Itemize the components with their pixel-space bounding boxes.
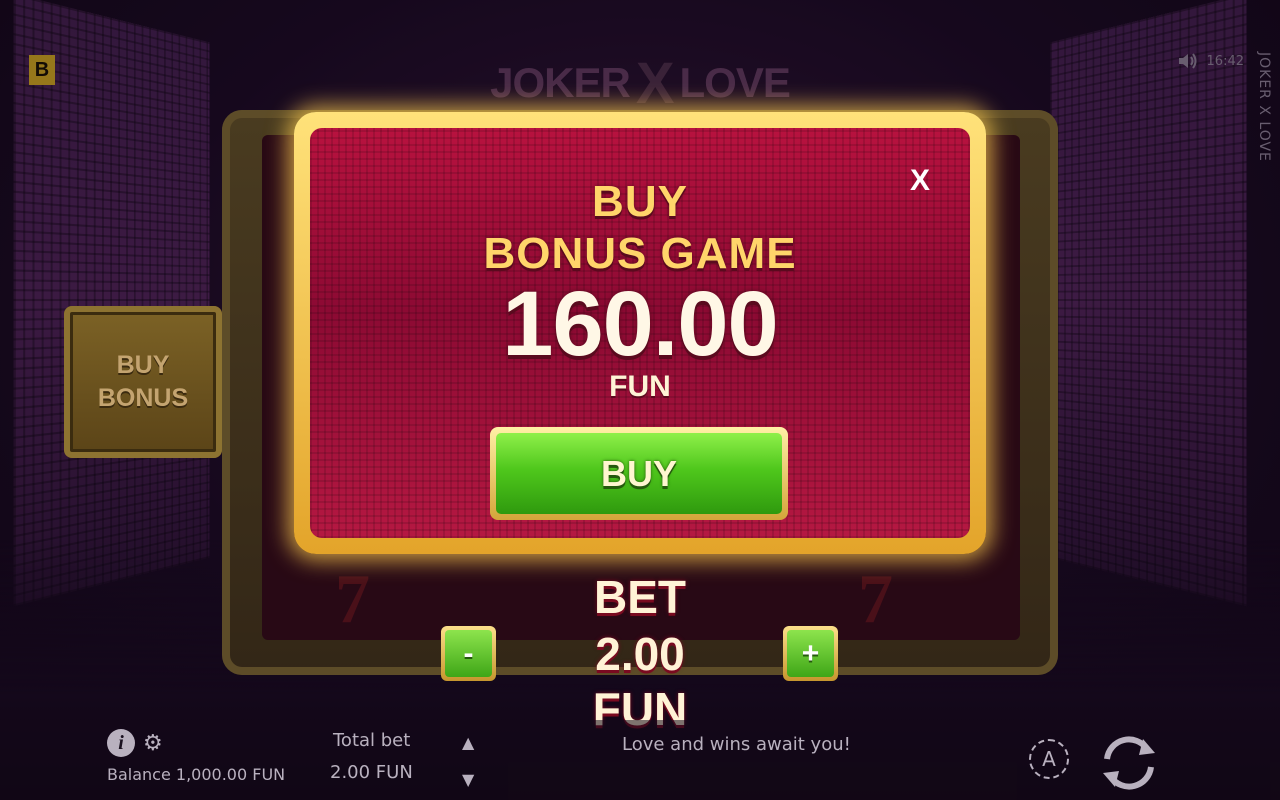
status-message: Love and wins await you! <box>622 734 851 755</box>
buy-bonus-modal: X BUY BONUS GAME 160.00 FUN BUY <box>294 112 986 554</box>
buy-button[interactable]: BUY <box>490 427 788 520</box>
modal-title-line1: BUY <box>592 177 688 226</box>
total-bet-value: 2.00 FUN <box>330 762 413 783</box>
bet-down-arrow-icon[interactable]: ▼ <box>462 770 474 789</box>
buy-bonus-side-button[interactable]: BUY BONUS <box>64 306 222 458</box>
modal-title: BUY BONUS GAME <box>310 176 970 280</box>
bonus-price-currency: FUN <box>609 370 671 403</box>
modal-title-line2: BONUS GAME <box>483 229 797 278</box>
gear-icon[interactable]: ⚙ <box>143 731 163 756</box>
buy-button-label: BUY <box>496 433 782 514</box>
increase-bet-button[interactable]: + <box>783 626 838 681</box>
balance-text: Balance 1,000.00 FUN <box>107 765 286 784</box>
decrease-bet-button[interactable]: - <box>441 626 496 681</box>
bottom-bar <box>0 720 1280 800</box>
buy-bonus-line1: BUY <box>116 351 170 379</box>
buy-bonus-line2: BONUS <box>97 384 189 412</box>
bet-label: BET <box>594 571 686 623</box>
minus-icon: - <box>445 630 492 677</box>
info-icon[interactable]: i <box>107 729 135 757</box>
spin-icon[interactable] <box>1095 729 1163 797</box>
plus-icon: + <box>787 630 834 677</box>
bet-up-arrow-icon[interactable]: ▲ <box>462 733 474 752</box>
bonus-price: 160.00 <box>502 273 778 375</box>
bet-value: 2.00 <box>595 628 685 680</box>
autoplay-icon[interactable]: A <box>1029 739 1069 779</box>
total-bet-label: Total bet <box>333 730 411 751</box>
